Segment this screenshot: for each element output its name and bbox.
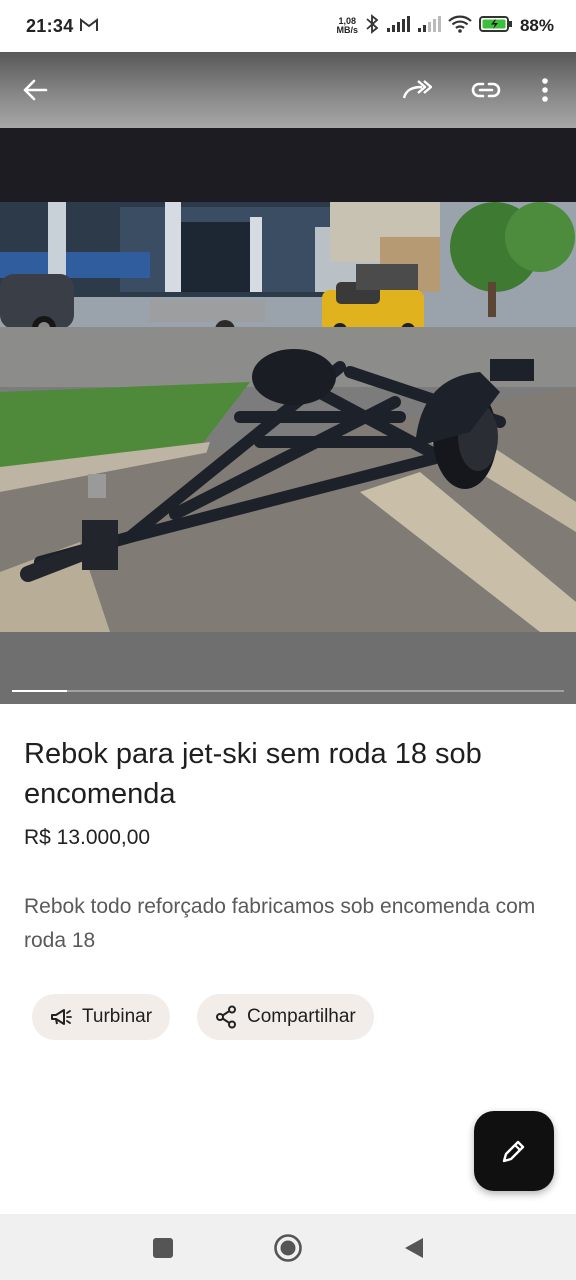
bluetooth-icon <box>365 13 379 39</box>
boost-label: Turbinar <box>82 1006 153 1027</box>
back-button[interactable] <box>15 70 55 110</box>
image-top-band <box>0 128 576 202</box>
edit-fab[interactable] <box>474 1111 554 1191</box>
listing-title: Rebok para jet-ski sem roda 18 sob encom… <box>24 738 482 810</box>
signal-icon <box>417 15 441 38</box>
status-bar: 21:34 1,08 MB/s 88% <box>0 0 576 52</box>
system-navbar <box>0 1214 576 1280</box>
share-nodes-icon <box>216 1005 236 1029</box>
battery-charging-icon <box>478 15 513 38</box>
net-speed-unit: MB/s <box>336 25 358 35</box>
net-speed: 1,08 MB/s <box>336 17 358 35</box>
trailer-photo <box>0 202 576 632</box>
boost-button[interactable]: Turbinar <box>32 994 171 1040</box>
recents-button[interactable] <box>143 1228 183 1268</box>
image-gallery[interactable] <box>0 52 576 704</box>
battery-percent: 88% <box>519 16 554 35</box>
square-icon <box>153 1238 173 1258</box>
gallery-progress-fill <box>12 690 68 692</box>
circle-icon <box>274 1234 302 1262</box>
status-time: 21:34 <box>26 15 74 36</box>
more-vert-icon <box>542 78 548 102</box>
copy-link-button[interactable] <box>466 70 506 110</box>
more-options-button[interactable] <box>525 70 565 110</box>
gallery-progress-track <box>12 690 564 692</box>
listing-price: R$ 13.000,00 <box>24 826 151 849</box>
image-bottom-band <box>0 632 576 704</box>
triangle-back-icon <box>405 1238 423 1258</box>
forward-arrow-icon <box>402 80 432 99</box>
arrow-left-icon <box>23 79 48 101</box>
signal-icon <box>386 15 410 38</box>
link-icon <box>471 82 501 98</box>
megaphone-icon <box>51 1009 72 1025</box>
share-button[interactable]: Compartilhar <box>197 994 374 1040</box>
wifi-icon <box>448 15 472 38</box>
forward-share-button[interactable] <box>397 70 437 110</box>
nav-back-button[interactable] <box>394 1228 434 1268</box>
listing-description: Rebok todo reforçado fabricamos sob enco… <box>24 895 536 952</box>
share-label: Compartilhar <box>247 1006 356 1027</box>
top-toolbar <box>0 52 576 128</box>
pencil-icon <box>502 1140 525 1163</box>
gmail-icon <box>79 16 98 37</box>
home-button[interactable] <box>268 1228 308 1268</box>
